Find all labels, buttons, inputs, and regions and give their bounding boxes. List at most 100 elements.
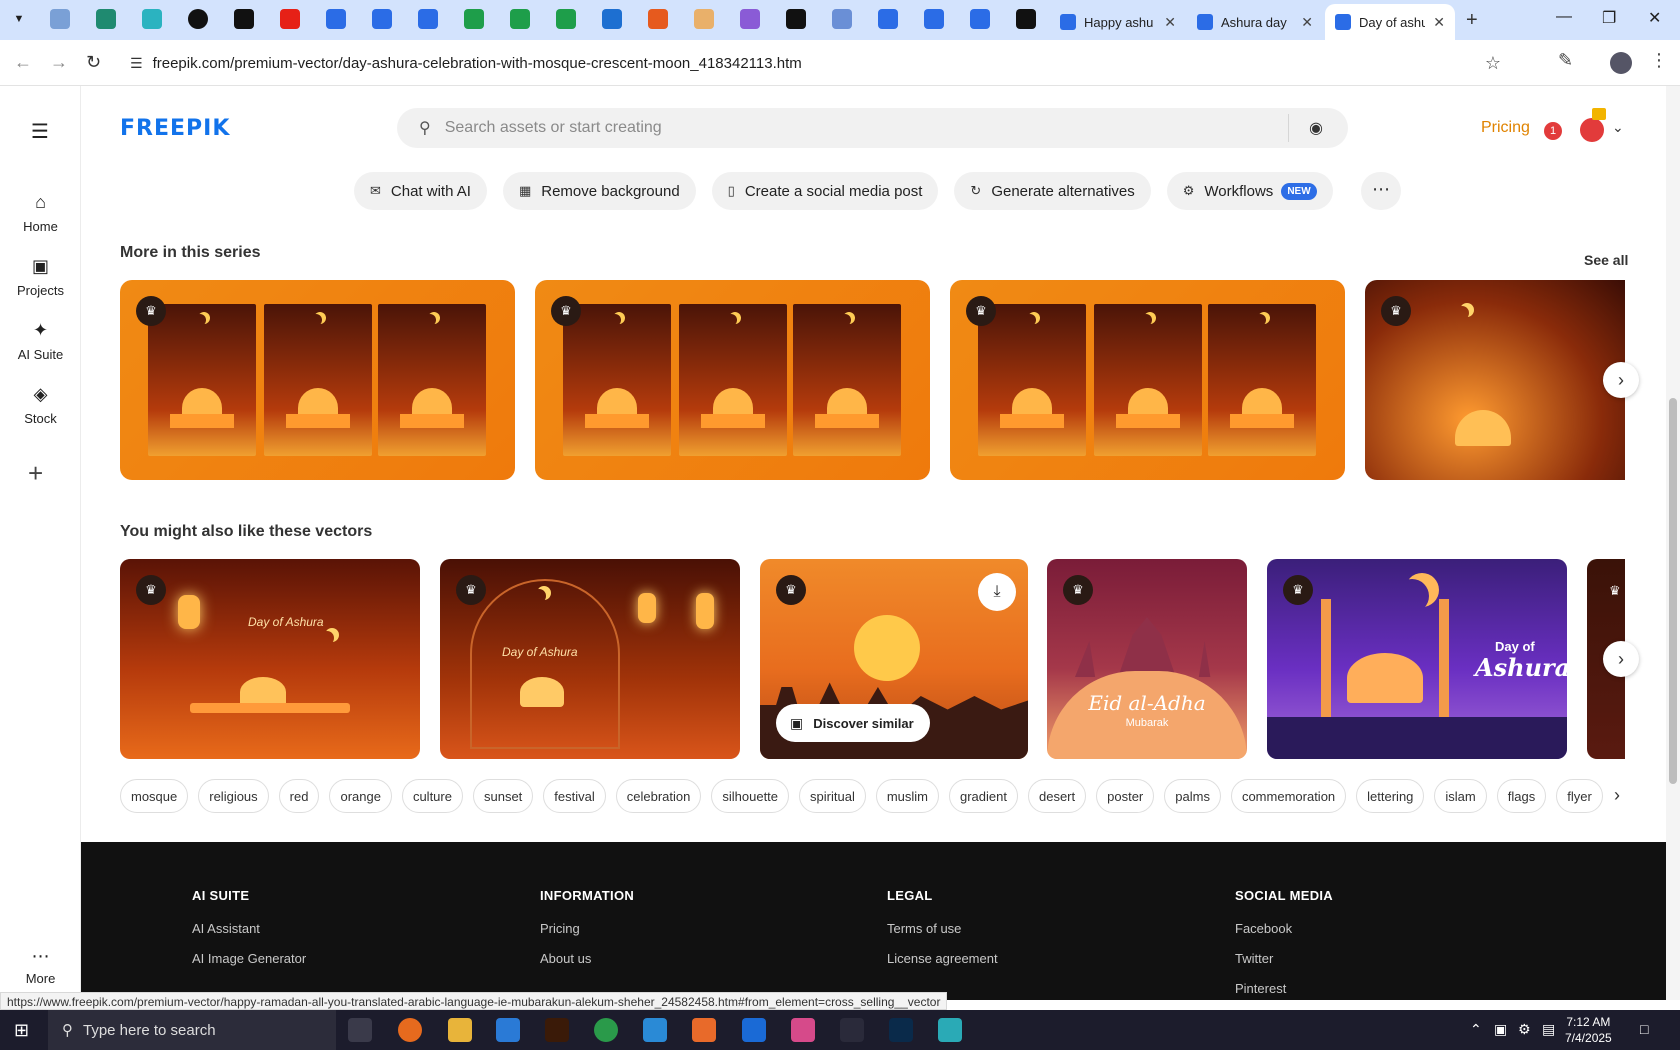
windows-start-icon[interactable]: ⊞ — [14, 1020, 29, 1041]
download-button[interactable]: ⤓ — [978, 573, 1016, 611]
tag-chip[interactable]: sunset — [472, 779, 534, 813]
pinned-tab-icon[interactable] — [234, 9, 254, 29]
pinned-tab-icon[interactable] — [96, 9, 116, 29]
sheets-tab-icon[interactable] — [510, 9, 530, 29]
footer-link[interactable]: Facebook — [1235, 921, 1333, 936]
more-actions-button[interactable]: ⋯ — [1361, 172, 1401, 210]
pinned-tab-icon[interactable] — [648, 9, 668, 29]
sidebar-more[interactable]: ⋯ More — [0, 946, 81, 986]
pinned-tab-icon[interactable] — [832, 9, 852, 29]
tags-next-chevron-icon[interactable]: › — [1614, 785, 1620, 806]
tag-chip[interactable]: silhouette — [711, 779, 790, 813]
menu-icon[interactable]: ☰ — [31, 119, 49, 144]
footer-link[interactable]: Terms of use — [887, 921, 998, 936]
chat-with-ai-button[interactable]: ✉ Chat with AI — [354, 172, 487, 210]
extensions-icon[interactable]: ✎ — [1558, 50, 1573, 71]
remove-background-button[interactable]: ▦ Remove background — [502, 172, 696, 210]
network-icon[interactable]: ▤ — [1542, 1021, 1555, 1038]
bookmark-star-icon[interactable]: ☆ — [1485, 53, 1501, 74]
footer-link[interactable]: AI Assistant — [192, 921, 306, 936]
docs-tab-icon[interactable] — [372, 9, 392, 29]
footer-link[interactable]: Pricing — [540, 921, 634, 936]
pen-tool-icon[interactable] — [840, 1018, 864, 1042]
sheets-tab-icon[interactable] — [464, 9, 484, 29]
docs-tab-icon[interactable] — [970, 9, 990, 29]
pinned-tab-icon[interactable] — [740, 9, 760, 29]
vector-card[interactable]: ♛ Day of Ashura — [440, 559, 740, 759]
photoshop-icon[interactable] — [889, 1018, 913, 1042]
scrollbar-thumb[interactable] — [1669, 398, 1677, 784]
sidebar-item-projects[interactable]: ▣ Projects — [0, 256, 81, 298]
chrome-menu-icon[interactable]: ⋮ — [1650, 50, 1668, 71]
tag-chip[interactable]: desert — [1027, 779, 1087, 813]
pinned-tab-icon[interactable] — [786, 9, 806, 29]
new-tab-icon[interactable]: + — [1466, 9, 1478, 32]
tag-chip[interactable]: flags — [1496, 779, 1547, 813]
discover-similar-button[interactable]: ▣ Discover similar — [776, 704, 930, 742]
task-view-icon[interactable] — [348, 1018, 372, 1042]
docs-tab-icon[interactable] — [418, 9, 438, 29]
tag-chip[interactable]: spiritual — [799, 779, 866, 813]
tray-chevron-icon[interactable]: ⌃ — [1470, 1021, 1482, 1038]
vector-card[interactable]: ♛ Day of Ashura — [120, 559, 420, 759]
related-next-button[interactable]: › — [1603, 641, 1639, 677]
pinned-tab-icon[interactable] — [50, 9, 70, 29]
pinned-tab-icon[interactable] — [694, 9, 714, 29]
vscode-icon[interactable] — [496, 1018, 520, 1042]
tray-app-icon[interactable]: ▣ — [1494, 1021, 1507, 1038]
zoom-icon[interactable] — [643, 1018, 667, 1042]
illustrator-icon[interactable] — [545, 1018, 569, 1042]
pinned-tab-icon[interactable] — [142, 9, 162, 29]
file-explorer-icon[interactable] — [448, 1018, 472, 1042]
close-window-icon[interactable]: ✕ — [1648, 8, 1661, 28]
series-card[interactable]: ♛ — [1365, 280, 1625, 480]
tag-chip[interactable]: flyer — [1556, 779, 1603, 813]
series-card[interactable]: ♛ — [535, 280, 930, 480]
sheets-tab-icon[interactable] — [556, 9, 576, 29]
pinned-tab-icon[interactable] — [188, 9, 208, 29]
workflows-button[interactable]: ⚙ Workflows NEW — [1166, 172, 1333, 210]
pinned-tab-icon[interactable] — [1016, 9, 1036, 29]
user-avatar[interactable] — [1580, 118, 1604, 142]
pinned-tab-icon[interactable] — [602, 9, 622, 29]
page-scrollbar[interactable] — [1666, 86, 1680, 1000]
app-icon[interactable] — [692, 1018, 716, 1042]
chrome-icon[interactable] — [594, 1018, 618, 1042]
back-icon[interactable]: ← — [14, 52, 32, 73]
tag-chip[interactable]: gradient — [949, 779, 1018, 813]
docs-tab-icon[interactable] — [878, 9, 898, 29]
social-post-button[interactable]: ▯ Create a social media post — [711, 172, 939, 210]
sidebar-item-home[interactable]: ⌂ Home — [0, 192, 81, 234]
see-all-link[interactable]: See all — [1584, 252, 1628, 268]
outlook-icon[interactable] — [742, 1018, 766, 1042]
vector-card[interactable]: ♛ Day of Ashura — [1267, 559, 1567, 759]
tag-chip[interactable]: poster — [1096, 779, 1155, 813]
series-next-button[interactable]: › — [1603, 362, 1639, 398]
docs-tab-icon[interactable] — [326, 9, 346, 29]
add-icon[interactable]: + — [28, 458, 43, 489]
firefox-icon[interactable] — [398, 1018, 422, 1042]
app-icon[interactable] — [791, 1018, 815, 1042]
site-info-icon[interactable]: ☰ — [130, 55, 143, 72]
browser-tab[interactable]: Happy ashu ✕ — [1050, 4, 1186, 40]
tag-chip[interactable]: religious — [198, 779, 269, 813]
tag-chip[interactable]: culture — [401, 779, 463, 813]
profile-avatar[interactable] — [1610, 52, 1632, 74]
address-bar[interactable]: ☰ freepik.com/premium-vector/day-ashura-… — [122, 45, 1515, 81]
taskbar-search[interactable]: ⚲ Type here to search — [48, 1010, 336, 1050]
close-tab-icon[interactable]: ✕ — [1164, 14, 1176, 31]
reload-icon[interactable]: ↻ — [86, 52, 101, 73]
sidebar-item-ai-suite[interactable]: ✦ AI Suite — [0, 320, 81, 362]
restore-icon[interactable]: ❐ — [1602, 8, 1616, 28]
notification-center-icon[interactable]: □ — [1640, 1021, 1648, 1037]
tag-chip[interactable]: muslim — [875, 779, 939, 813]
footer-link[interactable]: Pinterest — [1235, 981, 1333, 996]
browser-tab-active[interactable]: Day of ashu ✕ — [1325, 4, 1455, 40]
pricing-link[interactable]: Pricing — [1481, 119, 1530, 137]
tag-chip[interactable]: lettering — [1356, 779, 1425, 813]
forward-icon[interactable]: → — [50, 52, 68, 73]
tag-chip[interactable]: commemoration — [1230, 779, 1347, 813]
notification-badge[interactable]: 1 — [1544, 122, 1562, 140]
series-card[interactable]: ♛ — [120, 280, 515, 480]
freepik-logo[interactable]: FREEPIK — [120, 116, 230, 141]
